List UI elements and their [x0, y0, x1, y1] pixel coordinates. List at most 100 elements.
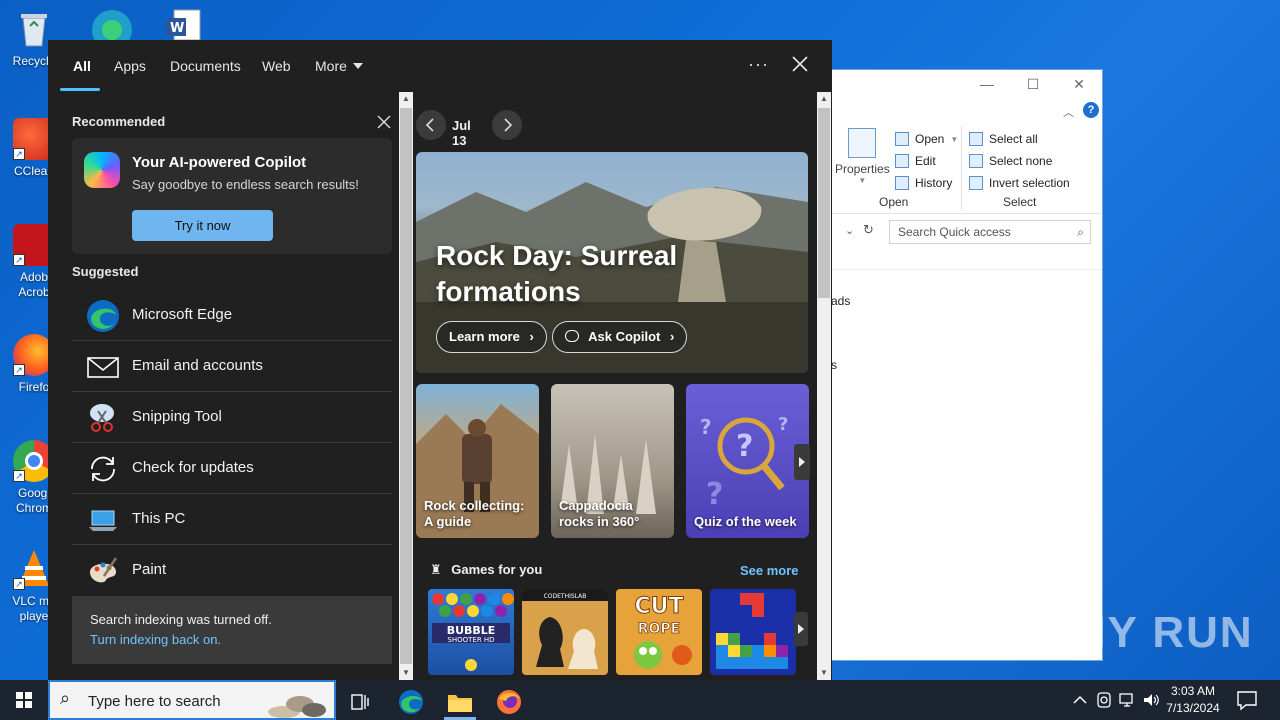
game-bubble-shooter[interactable]: BUBBLE SHOOTER HD	[428, 589, 514, 675]
next-day-button[interactable]	[492, 110, 522, 140]
search-quick-access-input[interactable]: Search Quick access ⌕	[889, 220, 1091, 244]
refresh-address-icon[interactable]: ↻	[863, 222, 874, 238]
left-scrollbar[interactable]: ▲ ▼	[399, 92, 413, 680]
see-more-link[interactable]: See more	[740, 563, 799, 578]
firefox-icon	[497, 690, 521, 714]
history-label: History	[915, 176, 953, 190]
taskbar-file-explorer[interactable]	[438, 684, 482, 720]
suggested-item-email-accounts[interactable]: Email and accounts	[72, 341, 392, 392]
close-search-button[interactable]	[788, 52, 812, 76]
search-tabs: All Apps Documents Web More ···	[48, 40, 832, 92]
taskbar-firefox[interactable]	[487, 684, 531, 720]
ribbon-collapse-icon[interactable]: ︿	[1063, 104, 1074, 120]
svg-text:?: ?	[778, 414, 788, 435]
select-all-icon	[969, 132, 983, 146]
turn-indexing-on-link[interactable]: Turn indexing back on.	[90, 632, 221, 647]
edge-icon	[86, 299, 120, 333]
svg-text:?: ?	[736, 429, 753, 464]
task-view-button[interactable]	[338, 684, 382, 720]
suggested-item-check-for-updates[interactable]: Check for updates	[72, 443, 392, 494]
taskbar-clock[interactable]: 3:03 AM 7/13/2024	[1160, 683, 1226, 717]
chevron-up-icon	[1073, 695, 1087, 704]
scroll-down-icon[interactable]: ▼	[817, 666, 831, 680]
tab-documents[interactable]: Documents	[170, 58, 241, 74]
search-icon: ⌕	[1077, 225, 1084, 239]
tiles-next-button[interactable]	[794, 444, 810, 480]
scrollbar-thumb[interactable]	[818, 108, 830, 298]
game-chess[interactable]: CODETHISLAB	[522, 589, 608, 675]
tab-all[interactable]: All	[73, 58, 91, 74]
svg-text:CODETHISLAB: CODETHISLAB	[544, 593, 587, 600]
search-icon: ⌕	[60, 688, 71, 708]
scroll-up-icon[interactable]: ▲	[399, 92, 413, 106]
tab-apps[interactable]: Apps	[114, 58, 146, 74]
bubble-shooter-image: BUBBLE SHOOTER HD	[432, 593, 514, 671]
tab-more[interactable]: More	[315, 58, 363, 74]
edge-desktop-icon[interactable]	[88, 6, 136, 50]
select-none-button[interactable]: Select none	[969, 150, 1070, 172]
suggested-item-snipping-tool[interactable]: Snipping Tool	[72, 392, 392, 443]
hero-title: Rock Day: Surreal formations	[436, 240, 678, 307]
tile-cappadocia[interactable]: Cappadocia rocks in 360°	[551, 384, 674, 538]
learn-more-button[interactable]: Learn more ›	[436, 321, 547, 353]
address-row: ⌄ ↻ Search Quick access ⌕	[823, 220, 1102, 248]
properties-icon	[848, 128, 877, 158]
ask-copilot-button[interactable]: Ask Copilot ›	[552, 321, 688, 353]
divider	[823, 269, 1102, 270]
select-all-button[interactable]: Select all	[969, 128, 1070, 150]
search-highlight-image	[268, 696, 326, 718]
help-icon[interactable]: ?	[1083, 102, 1099, 118]
tile-quiz-of-the-week[interactable]: ? ? ? ? Quiz of the week	[686, 384, 809, 538]
tile-rock-collecting[interactable]: Rock collecting: A guide	[416, 384, 539, 538]
edit-button[interactable]: Edit	[895, 150, 958, 172]
svg-text:?: ?	[700, 415, 712, 439]
copilot-title: Your AI-powered Copilot	[132, 154, 307, 171]
taskbar: ⌕ Type here to search 3:03 AM 7/13/2024	[0, 680, 1280, 720]
ribbon-select-group: Select all Select none Invert selection	[969, 128, 1070, 194]
show-hidden-icons-button[interactable]	[1070, 690, 1090, 710]
game-blocks[interactable]	[710, 589, 796, 675]
left-column: Recommended Your AI-powered Copilot Say …	[72, 92, 392, 680]
ribbon-open-group: Open ▼ Edit History	[895, 128, 958, 194]
learn-more-label: Learn more	[449, 329, 520, 344]
maximize-button[interactable]: ☐	[1010, 70, 1056, 98]
highlight-tiles: Rock collecting: A guide Cappadocia rock…	[416, 384, 814, 538]
history-button[interactable]: History	[895, 172, 958, 194]
word-desktop-icon[interactable]: W	[164, 8, 204, 41]
scrollbar-thumb[interactable]	[400, 108, 412, 664]
scroll-up-icon[interactable]: ▲	[817, 92, 831, 106]
suggested-list: Microsoft Edge Email and accounts Snippi…	[72, 290, 392, 596]
chevron-down-icon	[352, 63, 363, 69]
more-options-icon[interactable]: ···	[748, 54, 769, 75]
try-it-now-button[interactable]: Try it now	[132, 210, 273, 241]
chat-bubble-icon	[565, 330, 579, 342]
open-button[interactable]: Open ▼	[895, 128, 958, 150]
games-heading: ♜ Games for you	[430, 562, 542, 578]
svg-text:CUT: CUT	[634, 594, 683, 619]
address-dropdown-icon[interactable]: ⌄	[845, 224, 854, 237]
scroll-down-icon[interactable]: ▼	[399, 666, 413, 680]
minimize-button[interactable]: —	[964, 70, 1010, 98]
suggested-item-this-pc[interactable]: This PC	[72, 494, 392, 545]
volume-icon[interactable]	[1141, 690, 1161, 710]
tray-app-icon[interactable]	[1094, 690, 1114, 710]
nav-item-downloads[interactable]: ads	[831, 294, 850, 308]
dismiss-recommended-button[interactable]	[376, 114, 392, 130]
right-scrollbar[interactable]: ▲ ▼	[817, 92, 831, 680]
previous-day-button[interactable]	[416, 110, 446, 140]
properties-button[interactable]: Properties ▼	[835, 128, 890, 185]
hero-card[interactable]: Rock Day: Surreal formations Learn more …	[416, 152, 808, 373]
suggested-item-microsoft-edge[interactable]: Microsoft Edge	[72, 290, 392, 341]
suggested-item-paint[interactable]: Paint	[72, 545, 392, 596]
game-cut-the-rope[interactable]: CUT ROPE	[616, 589, 702, 675]
network-icon[interactable]	[1117, 690, 1137, 710]
close-window-button[interactable]: ✕	[1056, 70, 1102, 98]
snipping-tool-icon	[86, 401, 120, 435]
start-button[interactable]	[0, 680, 48, 720]
taskbar-search-box[interactable]: ⌕ Type here to search	[48, 680, 336, 720]
taskbar-edge[interactable]	[389, 684, 433, 720]
invert-selection-button[interactable]: Invert selection	[969, 172, 1070, 194]
action-center-button[interactable]	[1234, 688, 1260, 712]
tab-web[interactable]: Web	[262, 58, 291, 74]
games-next-button[interactable]	[794, 612, 808, 646]
